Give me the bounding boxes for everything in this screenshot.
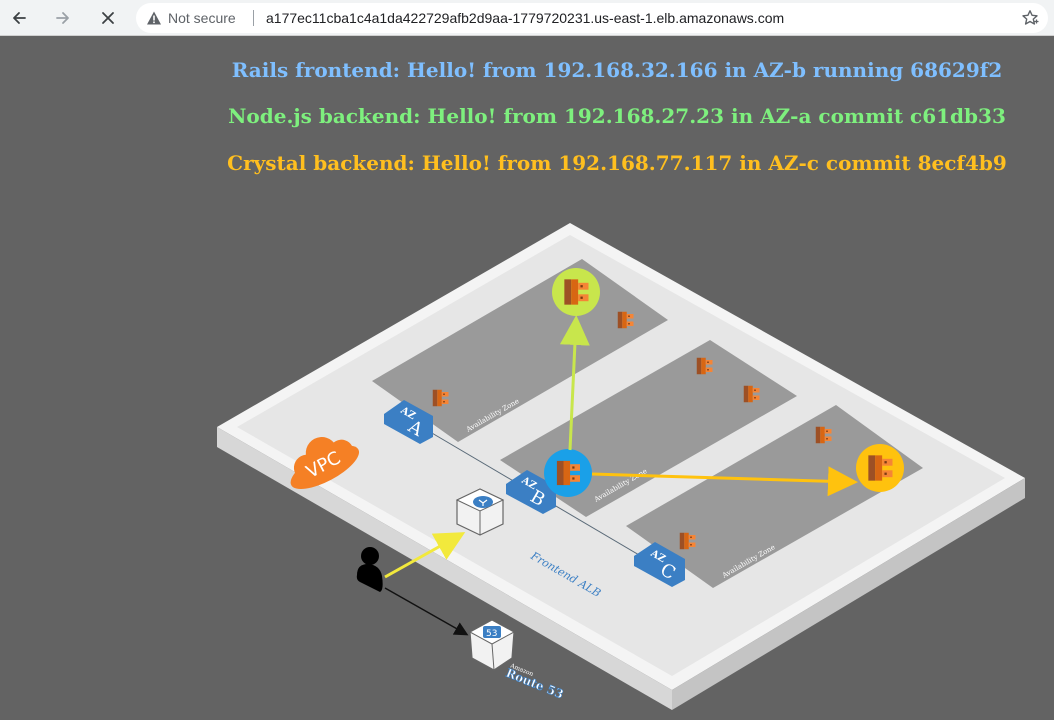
back-arrow-icon [13,12,26,24]
browser-toolbar: Not secure a177ec11cba1c4a1da422729afb2d… [0,0,1054,36]
user-icon[interactable] [356,547,383,592]
route53-icon[interactable]: 53 [468,619,516,671]
omnibox-divider [253,10,254,26]
close-icon [102,12,114,24]
bookmark-star-icon [1022,10,1039,25]
route53-label: Route 53 [504,666,566,702]
architecture-diagram: Availability Zone Availability Zone Avai… [217,223,1025,710]
security-label: Not secure [168,10,236,26]
crystal-backend-service[interactable] [856,444,904,492]
address-bar[interactable]: Not secure a177ec11cba1c4a1da422729afb2d… [136,3,1048,33]
route53-icon-text: 53 [486,629,497,639]
rails-frontend-service[interactable] [544,449,592,497]
back-button[interactable] [5,4,33,32]
node-backend-service[interactable] [552,268,600,316]
stop-loading-button[interactable] [94,4,122,32]
forward-button[interactable] [49,4,77,32]
security-indicator[interactable]: Not secure [146,3,236,33]
forward-arrow-icon [56,12,69,24]
url-text[interactable]: a177ec11cba1c4a1da422729afb2d9aa-1779720… [266,3,784,33]
bookmark-button[interactable] [1018,6,1042,30]
warning-triangle-icon [147,11,161,25]
arrow-user-to-route53 [384,587,469,636]
